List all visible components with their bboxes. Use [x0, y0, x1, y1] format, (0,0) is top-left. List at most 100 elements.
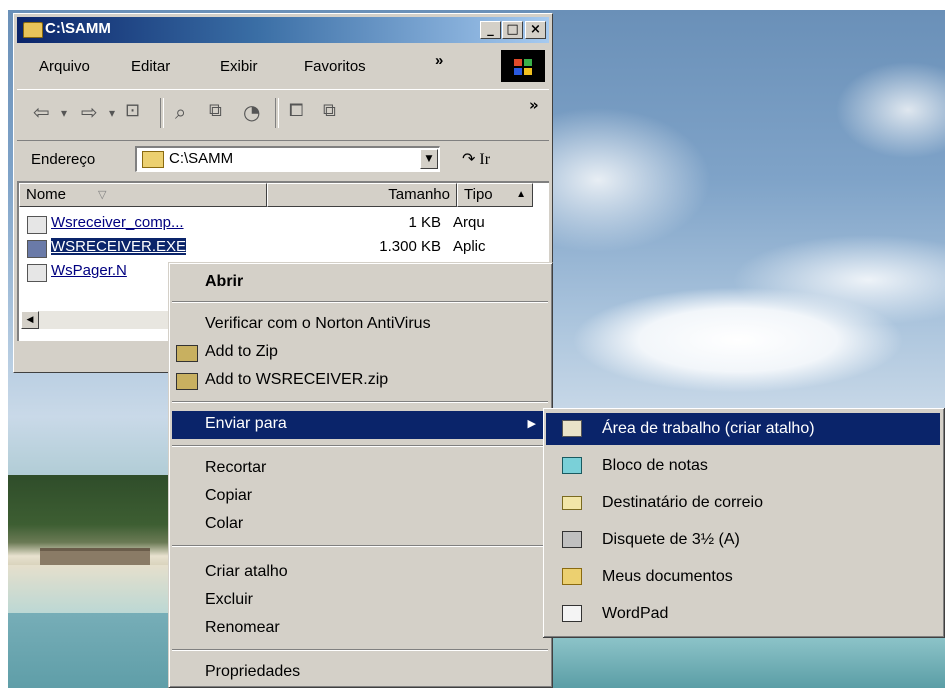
- desktop-shortcut-icon: [562, 420, 582, 437]
- menu-separator: [172, 445, 548, 447]
- mail-icon: [562, 496, 582, 510]
- submenu-item-label: Área de trabalho (criar atalho): [602, 420, 815, 437]
- send-to-notepad[interactable]: Bloco de notas: [546, 450, 940, 482]
- menu-exibir[interactable]: Exibir: [220, 58, 258, 75]
- file-row[interactable]: Wsreceiver_comp... 1 KB Arqu: [25, 213, 535, 235]
- address-bar: Endereço C:\SAMM ▼ ↷ Ir: [17, 141, 549, 179]
- winzip-icon: [176, 373, 198, 390]
- windows-logo-icon: [501, 50, 545, 82]
- file-size: 1 KB: [408, 214, 441, 231]
- go-arrow-icon: ↷: [462, 151, 476, 168]
- menu-item-label: Enviar para: [205, 415, 287, 432]
- column-tipo-label: Tipo: [464, 186, 493, 203]
- menu-item-label: Recortar: [205, 459, 267, 476]
- wallpaper-beach: [8, 565, 168, 613]
- file-name: WSRECEIVER.EXE: [51, 238, 187, 255]
- file-name: Wsreceiver_comp...: [51, 214, 184, 231]
- submenu-item-label: Bloco de notas: [602, 457, 708, 474]
- send-to-mail[interactable]: Destinatário de correio: [546, 487, 940, 519]
- forward-icon[interactable]: ⇨: [81, 100, 98, 124]
- floppy-icon: [562, 531, 582, 548]
- menu-arquivo[interactable]: Arquivo: [39, 58, 90, 75]
- forward-dropdown-chevron-icon[interactable]: ▾: [109, 106, 115, 120]
- menu-separator: [172, 401, 548, 403]
- menu-item-excluir[interactable]: Excluir: [172, 587, 548, 615]
- wordpad-icon: [562, 605, 582, 622]
- menu-bar: Arquivo Editar Exibir Favoritos »: [17, 48, 549, 84]
- submenu-item-label: Disquete de 3½ (A): [602, 531, 740, 548]
- winzip-icon: [176, 345, 198, 362]
- submenu-item-label: Meus documentos: [602, 568, 733, 585]
- scroll-left-arrow-icon[interactable]: ◀: [21, 311, 39, 329]
- wallpaper-sea: [550, 638, 945, 688]
- move-to-icon[interactable]: ⧠: [289, 100, 303, 121]
- address-label: Endereço: [31, 151, 96, 168]
- minimize-button[interactable]: _: [480, 21, 501, 39]
- toolbar-separator: [160, 98, 164, 128]
- menu-item-copiar[interactable]: Copiar: [172, 483, 548, 511]
- menu-separator: [172, 301, 548, 303]
- file-type: Aplic: [453, 238, 486, 255]
- column-nome-label: Nome: [26, 186, 67, 203]
- menu-item-abrir[interactable]: Abrir: [172, 269, 548, 297]
- menu-item-add-to-named-zip[interactable]: Add to WSRECEIVER.zip: [172, 367, 548, 395]
- menu-item-norton[interactable]: Verificar com o Norton AntiVirus: [172, 311, 548, 339]
- menu-item-label: Colar: [205, 515, 244, 532]
- menu-separator: [172, 649, 548, 651]
- go-button[interactable]: ↷ Ir: [462, 149, 490, 169]
- menu-item-label: Criar atalho: [205, 563, 288, 580]
- scroll-up-arrow-icon[interactable]: ▲: [516, 184, 526, 206]
- back-icon[interactable]: ⇦: [33, 100, 50, 124]
- menu-separator: [172, 545, 548, 547]
- toolbar-separator: [275, 98, 279, 128]
- send-to-my-documents[interactable]: Meus documentos: [546, 561, 940, 593]
- title-bar[interactable]: C:\SAMM _ □ ×: [17, 17, 549, 43]
- submenu-item-label: WordPad: [602, 605, 669, 622]
- menu-item-recortar[interactable]: Recortar: [172, 455, 548, 483]
- menu-item-renomear[interactable]: Renomear: [172, 615, 548, 643]
- toolbar-overflow-chevron-icon[interactable]: »: [529, 96, 539, 114]
- menu-item-label: Abrir: [205, 273, 244, 290]
- column-header-tamanho[interactable]: Tamanho: [267, 183, 457, 207]
- horizontal-scrollbar[interactable]: ◀: [21, 311, 171, 329]
- menu-editar[interactable]: Editar: [131, 58, 170, 75]
- column-header-nome[interactable]: Nome ▽: [19, 183, 267, 207]
- menu-item-add-to-zip[interactable]: Add to Zip: [172, 339, 548, 367]
- back-dropdown-chevron-icon[interactable]: ▾: [61, 106, 67, 120]
- history-icon[interactable]: ◔: [243, 100, 260, 124]
- address-dropdown-chevron-icon[interactable]: ▼: [420, 149, 438, 169]
- search-icon[interactable]: ⌕: [175, 100, 186, 124]
- my-documents-icon: [562, 568, 582, 585]
- exe-icon: [27, 240, 47, 258]
- menu-overflow-chevron-icon[interactable]: »: [435, 52, 443, 69]
- maximize-button[interactable]: □: [502, 21, 523, 39]
- menu-item-label: Copiar: [205, 487, 253, 504]
- send-to-floppy[interactable]: Disquete de 3½ (A): [546, 524, 940, 556]
- folder-icon: [23, 22, 43, 38]
- menu-item-label: Add to WSRECEIVER.zip: [205, 371, 389, 388]
- menu-item-label: Propriedades: [205, 663, 301, 680]
- menu-item-label: Add to Zip: [205, 343, 278, 360]
- file-row-selected[interactable]: WSRECEIVER.EXE 1.300 KB Aplic: [25, 237, 535, 259]
- menu-item-enviar-para[interactable]: Enviar para ▶: [172, 411, 548, 439]
- folders-icon[interactable]: ⧉: [209, 100, 222, 121]
- close-button[interactable]: ×: [525, 21, 546, 39]
- copy-to-icon[interactable]: ⧉: [323, 100, 336, 121]
- menu-item-colar[interactable]: Colar: [172, 511, 548, 539]
- column-header-tipo[interactable]: Tipo ▲: [457, 183, 533, 207]
- address-input[interactable]: C:\SAMM ▼: [135, 146, 440, 172]
- window-title: C:\SAMM: [45, 20, 111, 37]
- address-value: C:\SAMM: [169, 150, 234, 167]
- folder-icon: [142, 151, 164, 168]
- menu-item-criar-atalho[interactable]: Criar atalho: [172, 559, 548, 587]
- send-to-wordpad[interactable]: WordPad: [546, 598, 940, 630]
- up-folder-icon[interactable]: ⊡: [125, 100, 140, 121]
- sort-chevron-icon: ▽: [98, 189, 107, 201]
- submenu-item-label: Destinatário de correio: [602, 494, 763, 511]
- menu-favoritos[interactable]: Favoritos: [304, 58, 366, 75]
- notepad-icon: [562, 457, 582, 474]
- send-to-desktop[interactable]: Área de trabalho (criar atalho): [546, 413, 940, 445]
- file-icon: [27, 216, 47, 234]
- send-to-submenu: Área de trabalho (criar atalho) Bloco de…: [543, 408, 945, 638]
- menu-item-propriedades[interactable]: Propriedades: [172, 659, 548, 687]
